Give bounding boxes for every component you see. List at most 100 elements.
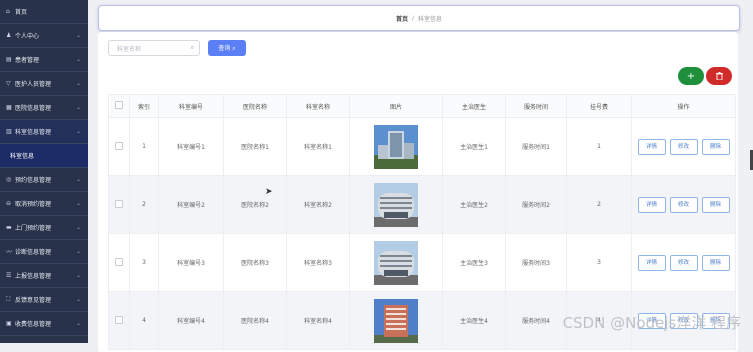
bulk-delete-button[interactable] xyxy=(706,67,732,85)
building-photo-round xyxy=(374,240,418,285)
chevron-down-icon: ⌄ xyxy=(75,200,81,207)
header-image: 图片 xyxy=(349,94,443,118)
row-select-cell[interactable] xyxy=(108,175,130,234)
header-doctor: 主治医生 xyxy=(442,94,506,118)
cell-code: 科室编号1 xyxy=(158,117,224,176)
cell-index: 4 xyxy=(129,291,159,350)
cell-code: 科室编号2 xyxy=(158,175,224,234)
cell-dept: 科室名称2 xyxy=(286,175,350,234)
cell-hospital: 医院名称4 xyxy=(223,291,287,350)
cell-dept: 科室名称1 xyxy=(286,117,350,176)
sidebar-item-label: 收费信息管理 xyxy=(15,321,52,328)
cell-time: 服务时间4 xyxy=(505,291,567,350)
sidebar-item[interactable]: ⛶ 反馈意见管理 ⌄ xyxy=(0,288,88,312)
cell-actions: 详情 修改 删除 xyxy=(631,233,736,292)
chevron-down-icon: ⌄ xyxy=(75,128,81,135)
cell-fee: 2 xyxy=(566,175,632,234)
sidebar-item[interactable]: ▽ 医护人员管理 ⌄ xyxy=(0,72,88,96)
select-all-checkbox[interactable] xyxy=(115,101,123,109)
delete-button[interactable]: 删除 xyxy=(701,196,730,213)
sidebar-item-label: 个人中心 xyxy=(15,33,40,40)
detail-button[interactable]: 详情 xyxy=(637,138,666,155)
sidebar-item[interactable]: ▣ 收费信息管理 ⌄ xyxy=(0,312,88,336)
appointment-icon: ◎ xyxy=(6,176,12,183)
row-checkbox[interactable] xyxy=(115,257,123,266)
chevron-down-icon: ⌄ xyxy=(75,296,81,303)
sidebar-item-label: 首页 xyxy=(15,9,28,16)
chevron-down-icon: ⌄ xyxy=(75,224,81,231)
header-index: 索引 xyxy=(129,94,159,118)
sidebar-item[interactable]: ▤ 患者管理 ⌄ xyxy=(0,48,88,72)
search-placeholder: 科室名称 xyxy=(117,45,142,53)
breadcrumb-home[interactable]: 首页 xyxy=(396,14,408,23)
sidebar-item-label: 科室信息管理 xyxy=(15,129,52,136)
cell-fee: 1 xyxy=(566,117,632,176)
detail-button[interactable]: 详情 xyxy=(637,254,666,271)
cell-hospital: 医院名称3 xyxy=(223,233,287,292)
edit-button[interactable]: 修改 xyxy=(669,196,698,213)
building-photo-round xyxy=(374,182,418,227)
header-fee: 挂号费 xyxy=(566,94,632,118)
sidebar-item-label: 诊断信息管理 xyxy=(15,249,52,256)
sidebar-item[interactable]: 〰诊断信息管理 ⌄ xyxy=(0,240,88,264)
sidebar-item-label: 取消预约管理 xyxy=(15,201,52,208)
cell-doctor: 主治医生4 xyxy=(442,291,506,350)
chevron-down-icon: ⌄ xyxy=(75,320,81,327)
cell-code: 科室编号4 xyxy=(158,291,224,350)
row-select-cell[interactable] xyxy=(108,291,130,350)
sidebar-item[interactable]: ▬ 上门预约管理 ⌄ xyxy=(0,216,88,240)
home-icon: ⌂ xyxy=(6,8,10,15)
add-button[interactable]: + xyxy=(678,67,704,85)
chevron-down-icon: ⌄ xyxy=(75,176,81,183)
edit-button[interactable]: 修改 xyxy=(669,254,698,271)
sidebar: ⌂ 首页 ♟ 个人中心 ⌄ ▤ 患者管理 ⌄ ▽ 医护人员管理 ⌄ ▦ 医院信息管理 ⌄ ▥ 科室信息管理 ⌄ 科… xyxy=(0,0,88,343)
cell-image xyxy=(349,291,443,350)
sidebar-item-label: 医护人员管理 xyxy=(15,81,52,88)
row-checkbox[interactable] xyxy=(115,199,123,208)
cell-dept: 科室名称3 xyxy=(286,233,350,292)
sidebar-item[interactable]: ▥ 科室信息管理 ⌄ xyxy=(0,120,88,144)
sidebar-item[interactable]: ▦ 医院信息管理 ⌄ xyxy=(0,96,88,120)
chevron-down-icon: ⌄ xyxy=(75,56,81,63)
cell-doctor: 主治医生3 xyxy=(442,233,506,292)
visit-icon: ▬ xyxy=(6,224,12,231)
building-photo-red xyxy=(374,298,418,343)
sidebar-item-label: 反馈意见管理 xyxy=(15,297,52,304)
sidebar-item[interactable]: ⊖ 取消预约管理 ⌄ xyxy=(0,192,88,216)
delete-button[interactable]: 删除 xyxy=(701,254,730,271)
cell-hospital: 医院名称2 xyxy=(223,175,287,234)
table-row: 1 科室编号1 医院名称1 科室名称1 主治医生1 服务时间1 1 详情 修改 删除 xyxy=(108,117,736,176)
cell-time: 服务时间1 xyxy=(505,117,567,176)
hospital-icon: ▦ xyxy=(6,104,12,111)
department-icon: ▥ xyxy=(6,128,12,135)
header-code: 科室编号 xyxy=(158,94,224,118)
breadcrumb-separator: / xyxy=(411,14,415,22)
watermark: CSDN @Nodejs洋洋 程序 xyxy=(562,314,741,332)
staff-icon: ▽ xyxy=(6,80,11,87)
cell-doctor: 主治医生2 xyxy=(442,175,506,234)
chevron-down-icon: ⌄ xyxy=(75,248,81,255)
sidebar-item-label: 上报信息管理 xyxy=(15,273,52,280)
search-icon: ⌕ xyxy=(190,44,194,51)
sidebar-subitem[interactable]: 科室信息 xyxy=(0,144,88,168)
delete-button[interactable]: 删除 xyxy=(701,138,730,155)
detail-button[interactable]: 详情 xyxy=(637,196,666,213)
sidebar-item-label: 预约信息管理 xyxy=(15,177,52,184)
building-photo-tall xyxy=(374,124,418,169)
cell-time: 服务时间2 xyxy=(505,175,567,234)
edit-button[interactable]: 修改 xyxy=(669,138,698,155)
cell-index: 1 xyxy=(129,117,159,176)
sidebar-item[interactable]: ♟ 个人中心 ⌄ xyxy=(0,24,88,48)
sidebar-item[interactable]: ◎ 预约信息管理 ⌄ xyxy=(0,168,88,192)
row-select-cell[interactable] xyxy=(108,117,130,176)
search-input[interactable]: 科室名称 ⌕ xyxy=(108,40,200,56)
row-checkbox[interactable] xyxy=(115,141,123,150)
row-checkbox[interactable] xyxy=(115,315,123,324)
sidebar-item[interactable]: ⌂ 首页 xyxy=(0,0,88,24)
search-button[interactable]: 查询 ⌕ xyxy=(208,40,246,56)
row-select-cell[interactable] xyxy=(108,233,130,292)
cell-fee: 3 xyxy=(566,233,632,292)
sidebar-item[interactable]: ☰ 上报信息管理 ⌄ xyxy=(0,264,88,288)
select-all-cell[interactable] xyxy=(108,94,130,118)
report-icon: ☰ xyxy=(6,272,12,279)
